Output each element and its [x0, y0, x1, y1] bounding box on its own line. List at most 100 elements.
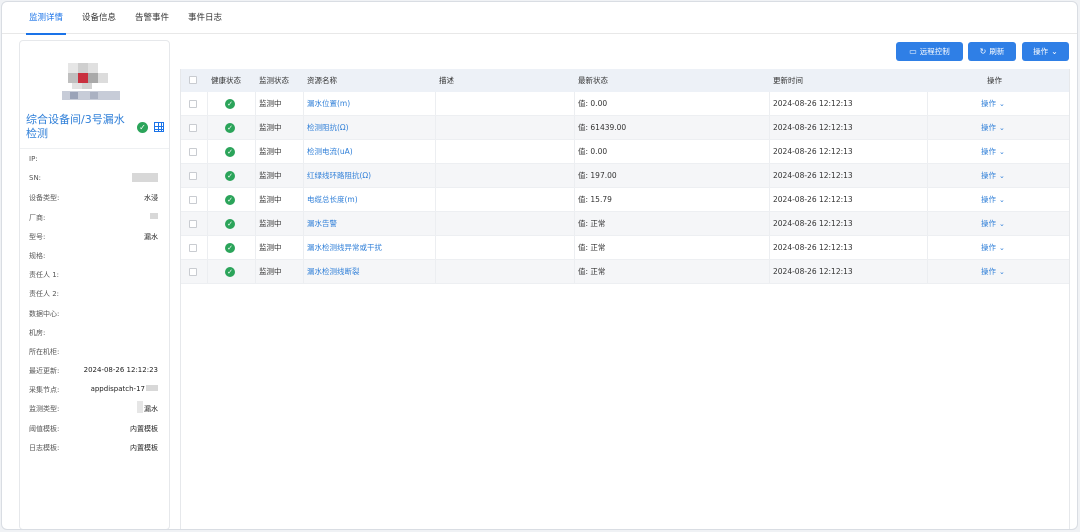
- latest-status: 值: 61439.00: [578, 123, 627, 132]
- app-frame: 监测详情 设备信息 告警事件 事件日志 综合设备间/3号漏水检测 ✓ IP: SN…: [1, 1, 1078, 530]
- operations-dropdown-button[interactable]: 操作 ⌄: [1022, 42, 1069, 61]
- row-actions-dropdown[interactable]: 操作 ⌄: [981, 140, 1005, 164]
- latest-status: 值: 正常: [578, 267, 606, 276]
- row-actions-dropdown[interactable]: 操作 ⌄: [981, 164, 1005, 188]
- table-header: 健康状态 监测状态 资源名称 描述 最新状态 更新时间 操作: [181, 69, 1069, 92]
- row-checkbox[interactable]: [189, 268, 197, 276]
- resource-name-link[interactable]: 漏水告警: [307, 212, 337, 236]
- info-value: 2024-08-26 12:12:23: [83, 366, 158, 375]
- row-checkbox[interactable]: [189, 124, 197, 132]
- tab-monitor-detail[interactable]: 监测详情: [25, 2, 67, 35]
- table-row[interactable]: ✓ 监测中 漏水检测线断裂 值: 正常 2024-08-26 12:12:13 操作 ⌄: [181, 260, 1069, 284]
- row-checkbox[interactable]: [189, 196, 197, 204]
- tab-event-log[interactable]: 事件日志: [188, 2, 222, 34]
- info-row: 机房:: [20, 322, 169, 341]
- col-actions: 操作: [987, 76, 1002, 85]
- monitor-status: 监测中: [259, 99, 282, 108]
- info-value: appdispatch-17: [90, 385, 145, 394]
- info-value: 水浸: [144, 194, 158, 203]
- monitor-status: 监测中: [259, 243, 282, 252]
- info-label: SN:: [29, 174, 42, 183]
- remote-control-button[interactable]: ▭ 远程控制: [896, 42, 963, 61]
- resource-name-link[interactable]: 电缆总长度(m): [307, 188, 358, 212]
- refresh-icon: ↻: [979, 47, 987, 56]
- update-time: 2024-08-26 12:12:13: [773, 99, 853, 108]
- grid-icon[interactable]: [154, 122, 164, 132]
- latest-status: 值: 正常: [578, 243, 606, 252]
- info-label: 日志模板:: [29, 443, 60, 452]
- tab-bar: 监测详情 设备信息 告警事件 事件日志: [2, 2, 1077, 35]
- info-label: 型号:: [29, 232, 46, 241]
- table-row[interactable]: ✓ 监测中 红绿线环路阻抗(Ω) 值: 197.00 2024-08-26 12:12:…: [181, 164, 1069, 188]
- update-time: 2024-08-26 12:12:13: [773, 147, 853, 156]
- healthy-check-icon: ✓: [225, 147, 235, 157]
- resource-name-link[interactable]: 检测电流(uA): [307, 140, 353, 164]
- row-actions-label: 操作: [981, 195, 996, 204]
- resource-name-link[interactable]: 漏水位置(m): [307, 92, 350, 116]
- info-label: 责任人 1:: [29, 271, 60, 280]
- row-actions-dropdown[interactable]: 操作 ⌄: [981, 92, 1005, 116]
- info-row: 阈值模板: 内置模板: [20, 418, 169, 437]
- table-row[interactable]: ✓ 监测中 电缆总长度(m) 值: 15.79 2024-08-26 12:12:13 操…: [181, 188, 1069, 212]
- row-checkbox[interactable]: [189, 172, 197, 180]
- info-row: 厂商:: [20, 207, 169, 226]
- resource-name-link[interactable]: 漏水检测线断裂: [307, 260, 360, 284]
- col-desc: 描述: [439, 76, 454, 85]
- info-label: 规格:: [29, 251, 46, 260]
- healthy-check-icon: ✓: [225, 243, 235, 253]
- tab-alarm-events[interactable]: 告警事件: [135, 2, 169, 34]
- device-title: 综合设备间/3号漏水检测: [26, 113, 125, 140]
- resource-name-link[interactable]: 漏水检测线异常或干扰: [307, 236, 382, 260]
- select-all-checkbox[interactable]: [189, 76, 197, 84]
- table-row[interactable]: ✓ 监测中 漏水位置(m) 值: 0.00 2024-08-26 12:12:13 操作 ⌄: [181, 92, 1069, 116]
- row-checkbox[interactable]: [189, 148, 197, 156]
- check-circle-icon: ✓: [137, 122, 148, 133]
- info-label: 厂商:: [29, 213, 46, 222]
- info-label: 阈值模板:: [29, 424, 60, 433]
- monitor-status: 监测中: [259, 219, 282, 228]
- row-actions-label: 操作: [981, 99, 996, 108]
- latest-status: 值: 0.00: [578, 147, 608, 156]
- col-latest: 最新状态: [578, 76, 608, 85]
- row-actions-dropdown[interactable]: 操作 ⌄: [981, 260, 1005, 284]
- info-label: 责任人 2:: [29, 290, 60, 299]
- latest-status: 值: 15.79: [578, 195, 612, 204]
- info-label: 最近更新:: [29, 367, 60, 376]
- healthy-check-icon: ✓: [225, 267, 235, 277]
- info-label: 所在机柜:: [29, 347, 60, 356]
- info-label: 机房:: [29, 328, 46, 337]
- device-panel: 综合设备间/3号漏水检测 ✓ IP: SN: 设备类型: 水浸 厂商: 型号: 漏水 规格: 责…: [19, 40, 170, 529]
- table-row[interactable]: ✓ 监测中 检测电流(uA) 值: 0.00 2024-08-26 12:12:13 操作…: [181, 140, 1069, 164]
- resource-name-link[interactable]: 检测阻抗(Ω): [307, 116, 349, 140]
- table-row[interactable]: ✓ 监测中 漏水告警 值: 正常 2024-08-26 12:12:13 操作 ⌄: [181, 212, 1069, 236]
- info-row: SN:: [20, 168, 169, 187]
- info-row: 规格:: [20, 245, 169, 264]
- row-actions-dropdown[interactable]: 操作 ⌄: [981, 188, 1005, 212]
- table-row[interactable]: ✓ 监测中 检测阻抗(Ω) 值: 61439.00 2024-08-26 12:12:1…: [181, 116, 1069, 140]
- latest-status: 值: 197.00: [578, 171, 617, 180]
- row-checkbox[interactable]: [189, 244, 197, 252]
- info-label: 监测类型:: [29, 405, 60, 414]
- row-actions-dropdown[interactable]: 操作 ⌄: [981, 212, 1005, 236]
- info-row: 最近更新: 2024-08-26 12:12:23: [20, 360, 169, 379]
- device-info-list: IP: SN: 设备类型: 水浸 厂商: 型号: 漏水 规格: 责任人 1: 责任人 2: 数据中心…: [20, 149, 169, 456]
- refresh-button[interactable]: ↻ 刷新: [968, 42, 1016, 61]
- resource-table: 健康状态 监测状态 资源名称 描述 最新状态 更新时间 操作 ✓ 监测中 漏水位置(…: [180, 69, 1070, 529]
- chevron-down-icon: ⌄: [1051, 47, 1058, 56]
- info-row: 设备类型: 水浸: [20, 187, 169, 206]
- info-row: 日志模板: 内置模板: [20, 437, 169, 456]
- row-actions-dropdown[interactable]: 操作 ⌄: [981, 236, 1005, 260]
- tab-device-info[interactable]: 设备信息: [82, 2, 116, 34]
- update-time: 2024-08-26 12:12:13: [773, 123, 853, 132]
- info-row: IP:: [20, 149, 169, 168]
- row-checkbox[interactable]: [189, 100, 197, 108]
- resource-name-link[interactable]: 红绿线环路阻抗(Ω): [307, 164, 371, 188]
- table-row[interactable]: ✓ 监测中 漏水检测线异常或干扰 值: 正常 2024-08-26 12:12:13 操作…: [181, 236, 1069, 260]
- row-actions-dropdown[interactable]: 操作 ⌄: [981, 116, 1005, 140]
- healthy-check-icon: ✓: [225, 123, 235, 133]
- row-actions-label: 操作: [981, 267, 996, 276]
- latest-status: 值: 正常: [578, 219, 606, 228]
- info-row: 采集节点: appdispatch-17: [20, 379, 169, 398]
- row-checkbox[interactable]: [189, 220, 197, 228]
- latest-status: 值: 0.00: [578, 99, 608, 108]
